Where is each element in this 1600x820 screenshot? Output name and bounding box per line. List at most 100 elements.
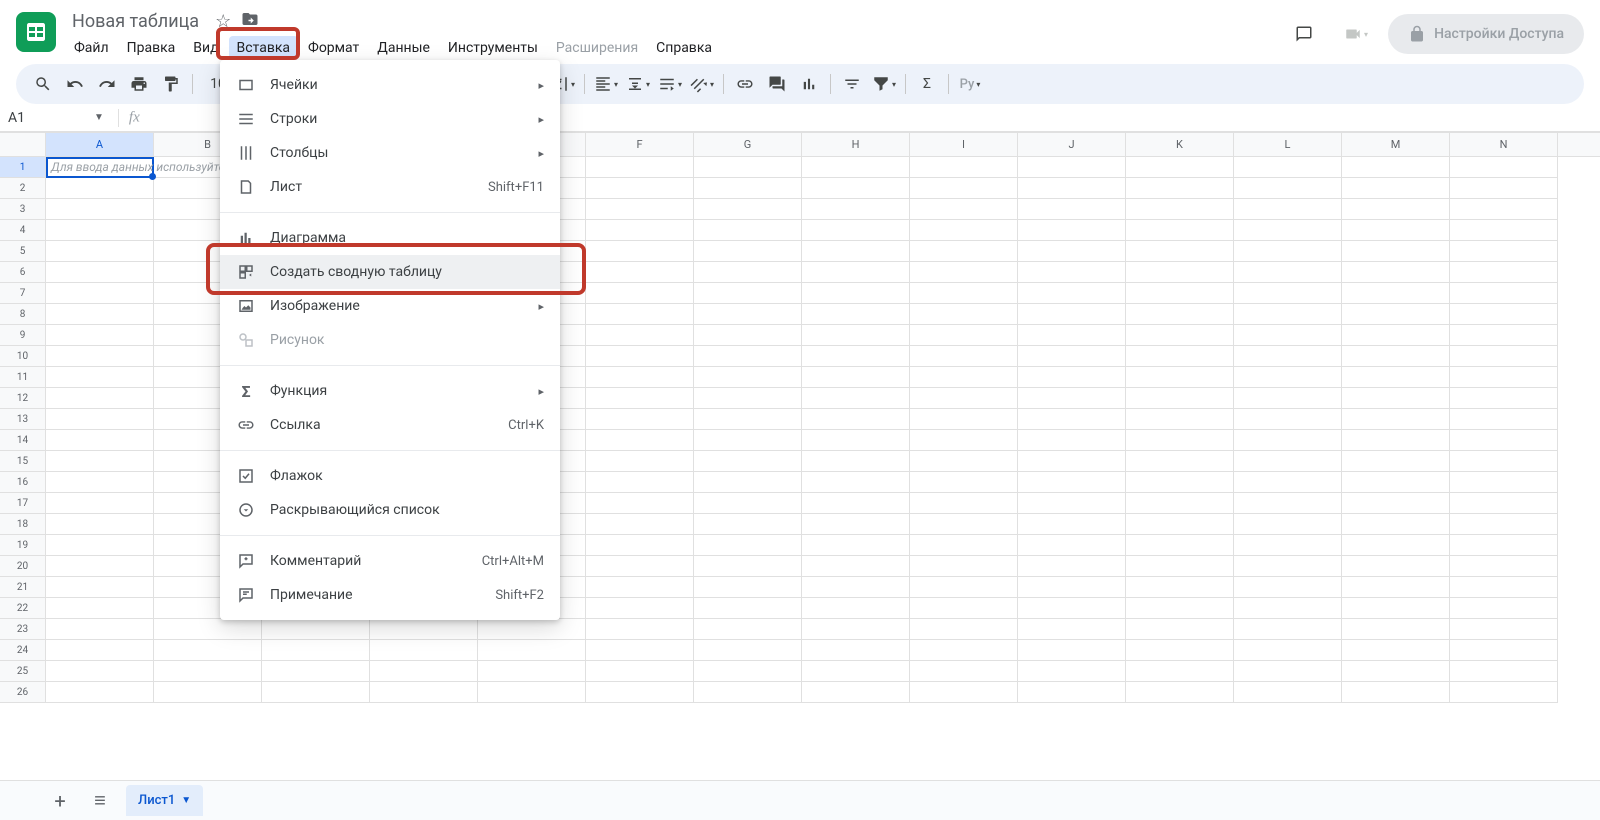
row-header[interactable]: 11 bbox=[0, 367, 45, 388]
cell[interactable] bbox=[586, 577, 694, 598]
cell[interactable] bbox=[1018, 640, 1126, 661]
menu-item-pivot[interactable]: Создать сводную таблицу bbox=[220, 255, 560, 289]
cell[interactable] bbox=[46, 178, 154, 199]
undo-icon[interactable] bbox=[60, 69, 90, 99]
cell[interactable] bbox=[1126, 388, 1234, 409]
cell[interactable] bbox=[1450, 430, 1558, 451]
cell[interactable] bbox=[694, 451, 802, 472]
cell[interactable] bbox=[1126, 661, 1234, 682]
cell[interactable] bbox=[910, 262, 1018, 283]
cell[interactable] bbox=[1126, 199, 1234, 220]
meet-icon[interactable]: ▾ bbox=[1336, 14, 1376, 54]
cell[interactable] bbox=[694, 661, 802, 682]
cell[interactable] bbox=[802, 514, 910, 535]
row-header[interactable]: 24 bbox=[0, 640, 45, 661]
cell[interactable] bbox=[910, 640, 1018, 661]
cell[interactable] bbox=[694, 514, 802, 535]
col-header[interactable]: F bbox=[586, 133, 694, 156]
row-header[interactable]: 4 bbox=[0, 220, 45, 241]
cell[interactable] bbox=[1450, 535, 1558, 556]
cell[interactable] bbox=[586, 325, 694, 346]
cell[interactable] bbox=[694, 409, 802, 430]
search-icon[interactable] bbox=[28, 69, 58, 99]
cell[interactable] bbox=[802, 367, 910, 388]
cell[interactable] bbox=[370, 619, 478, 640]
cell[interactable] bbox=[694, 367, 802, 388]
menu-item-cells[interactable]: Ячейки▸ bbox=[220, 68, 560, 102]
cell[interactable] bbox=[1450, 199, 1558, 220]
menu-вид[interactable]: Вид bbox=[185, 36, 226, 60]
cell[interactable] bbox=[1342, 178, 1450, 199]
cell[interactable] bbox=[694, 640, 802, 661]
cell[interactable] bbox=[586, 409, 694, 430]
cell[interactable] bbox=[1234, 241, 1342, 262]
col-header[interactable]: K bbox=[1126, 133, 1234, 156]
row-header[interactable]: 1 bbox=[0, 157, 45, 178]
cell[interactable] bbox=[1018, 346, 1126, 367]
cell[interactable] bbox=[1450, 262, 1558, 283]
cell[interactable] bbox=[910, 220, 1018, 241]
cell[interactable] bbox=[1234, 283, 1342, 304]
cell[interactable] bbox=[586, 661, 694, 682]
cell[interactable] bbox=[1018, 304, 1126, 325]
menu-item-cols[interactable]: Столбцы▸ bbox=[220, 136, 560, 170]
cell[interactable] bbox=[694, 283, 802, 304]
row-header[interactable]: 8 bbox=[0, 304, 45, 325]
cell[interactable] bbox=[802, 661, 910, 682]
cell[interactable] bbox=[802, 178, 910, 199]
col-header[interactable]: H bbox=[802, 133, 910, 156]
cell[interactable]: Для ввода данных используйте bbox=[46, 157, 154, 178]
cell[interactable] bbox=[1234, 346, 1342, 367]
cell[interactable] bbox=[1450, 598, 1558, 619]
cell[interactable] bbox=[1126, 535, 1234, 556]
cell[interactable] bbox=[802, 241, 910, 262]
cell[interactable] bbox=[1450, 178, 1558, 199]
row-header[interactable]: 22 bbox=[0, 598, 45, 619]
cell[interactable] bbox=[1126, 598, 1234, 619]
cell[interactable] bbox=[46, 346, 154, 367]
cell[interactable] bbox=[1450, 283, 1558, 304]
cell[interactable] bbox=[694, 157, 802, 178]
cell[interactable] bbox=[802, 220, 910, 241]
col-header[interactable]: L bbox=[1234, 133, 1342, 156]
cell[interactable] bbox=[1018, 535, 1126, 556]
cell[interactable] bbox=[1126, 325, 1234, 346]
cell[interactable] bbox=[46, 262, 154, 283]
cell[interactable] bbox=[802, 493, 910, 514]
cell[interactable] bbox=[1234, 325, 1342, 346]
cell[interactable] bbox=[1126, 367, 1234, 388]
cell[interactable] bbox=[1018, 556, 1126, 577]
cell[interactable] bbox=[46, 409, 154, 430]
cell[interactable] bbox=[262, 619, 370, 640]
cell[interactable] bbox=[46, 640, 154, 661]
doc-title[interactable]: Новая таблица bbox=[66, 9, 205, 34]
paint-format-icon[interactable] bbox=[156, 69, 186, 99]
rotate-button[interactable] bbox=[687, 69, 717, 99]
cell[interactable] bbox=[694, 178, 802, 199]
insert-comment-button[interactable] bbox=[762, 69, 792, 99]
menu-item-comment[interactable]: КомментарийCtrl+Alt+M bbox=[220, 544, 560, 578]
cell[interactable] bbox=[1450, 682, 1558, 703]
cell[interactable] bbox=[1342, 451, 1450, 472]
cell[interactable] bbox=[586, 556, 694, 577]
cell[interactable] bbox=[1450, 451, 1558, 472]
row-header[interactable]: 26 bbox=[0, 682, 45, 703]
cell[interactable] bbox=[1018, 178, 1126, 199]
row-header[interactable]: 10 bbox=[0, 346, 45, 367]
cell[interactable] bbox=[1450, 241, 1558, 262]
cell[interactable] bbox=[1342, 598, 1450, 619]
row-header[interactable]: 14 bbox=[0, 430, 45, 451]
cell[interactable] bbox=[1450, 619, 1558, 640]
cell[interactable] bbox=[802, 535, 910, 556]
cell[interactable] bbox=[1126, 283, 1234, 304]
cell[interactable] bbox=[1234, 409, 1342, 430]
cell[interactable] bbox=[1450, 367, 1558, 388]
cell[interactable] bbox=[1450, 640, 1558, 661]
cell[interactable] bbox=[1126, 556, 1234, 577]
cell[interactable] bbox=[586, 598, 694, 619]
cell[interactable] bbox=[694, 556, 802, 577]
cell[interactable] bbox=[1234, 304, 1342, 325]
cell[interactable] bbox=[910, 556, 1018, 577]
cell[interactable] bbox=[1234, 199, 1342, 220]
cell[interactable] bbox=[802, 619, 910, 640]
